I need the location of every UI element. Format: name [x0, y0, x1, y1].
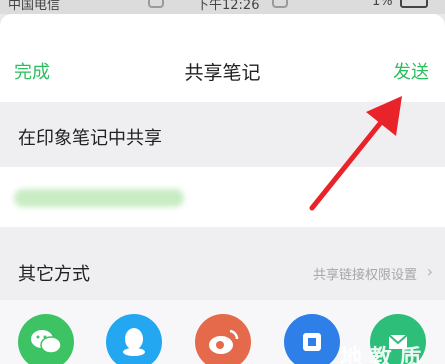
status-bar: 中国电信 下午12:26 1%: [0, 0, 445, 14]
red-arrow-icon: [309, 96, 402, 211]
share-in-evernote-label: 在印象笔记中共享: [18, 128, 162, 149]
weibo-icon[interactable]: [195, 314, 251, 364]
status-time: 下午12:26: [196, 0, 260, 13]
wechat-icon[interactable]: [18, 314, 74, 364]
send-button[interactable]: 发送: [393, 58, 429, 84]
other-methods-label: 其它方式: [18, 264, 90, 285]
nav-bar: 完成 共享笔记 发送: [0, 14, 445, 102]
battery-percent: 1%: [372, 0, 393, 9]
share-icon: [148, 0, 164, 8]
carrier-label: 中国电信: [8, 0, 61, 13]
chevron-right-icon[interactable]: ›: [427, 262, 433, 281]
watermark: 地 教 质: [340, 346, 422, 364]
alarm-icon: [272, 0, 288, 8]
page-title: 共享笔记: [184, 62, 261, 84]
recipient-blurred: [14, 189, 184, 207]
link-permission-settings[interactable]: 共享链接权限设置: [313, 264, 417, 283]
qzone-icon[interactable]: [284, 314, 340, 364]
qq-icon[interactable]: [106, 314, 162, 364]
battery-icon: [400, 0, 428, 8]
